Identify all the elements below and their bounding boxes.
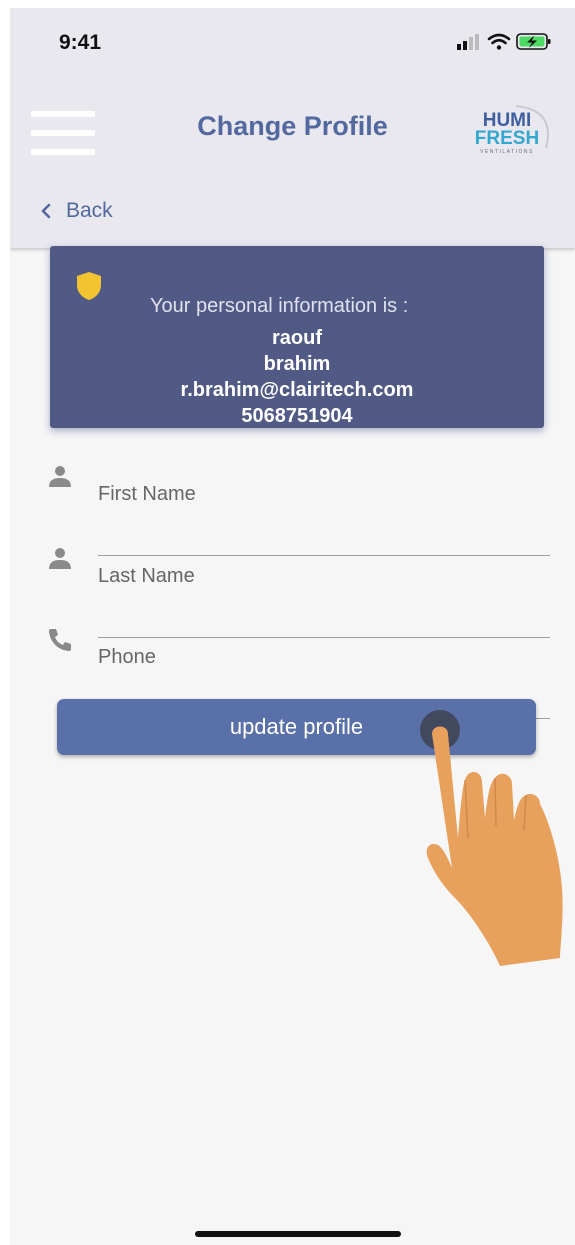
info-lines: raouf brahim r.brahim@clairitech.com 506… <box>50 325 544 429</box>
humi-fresh-logo: HUMI FRESH VENTILATIONS <box>458 102 556 158</box>
info-last-name: brahim <box>263 353 331 375</box>
status-icons <box>457 32 557 52</box>
last-name-field <box>10 545 575 638</box>
phone-screen: 9:41 Change Profile HUMI FRESH VENTILATI… <box>10 8 575 1245</box>
info-header: Your personal information is : <box>150 295 409 317</box>
first-name-input[interactable] <box>98 463 550 556</box>
info-phone: 5068751904 <box>241 405 353 427</box>
svg-text:VENTILATIONS: VENTILATIONS <box>480 149 534 155</box>
status-time: 9:41 <box>59 31 102 54</box>
app-bar: Change Profile HUMI FRESH VENTILATIONS B… <box>10 86 575 248</box>
phone-icon <box>49 629 71 651</box>
wifi-icon <box>487 33 511 50</box>
chevron-left-icon <box>41 203 51 219</box>
back-label: Back <box>66 199 113 222</box>
person-icon <box>49 466 71 487</box>
first-name-field <box>10 463 575 556</box>
home-indicator <box>195 1231 401 1237</box>
personal-info-card: Your personal information is : raouf bra… <box>50 246 544 428</box>
info-first-name: raouf <box>272 327 322 349</box>
phone-field <box>10 626 575 719</box>
info-email: r.brahim@clairitech.com <box>180 379 414 401</box>
tap-hand-icon <box>420 710 563 966</box>
person-icon <box>49 548 71 569</box>
last-name-input[interactable] <box>98 545 550 638</box>
battery-charging-icon <box>516 33 551 50</box>
svg-text:FRESH: FRESH <box>475 128 539 149</box>
back-button[interactable]: Back <box>40 196 113 226</box>
signal-icon <box>457 34 479 50</box>
status-bar: 9:41 <box>10 8 575 86</box>
shield-icon <box>77 272 101 300</box>
